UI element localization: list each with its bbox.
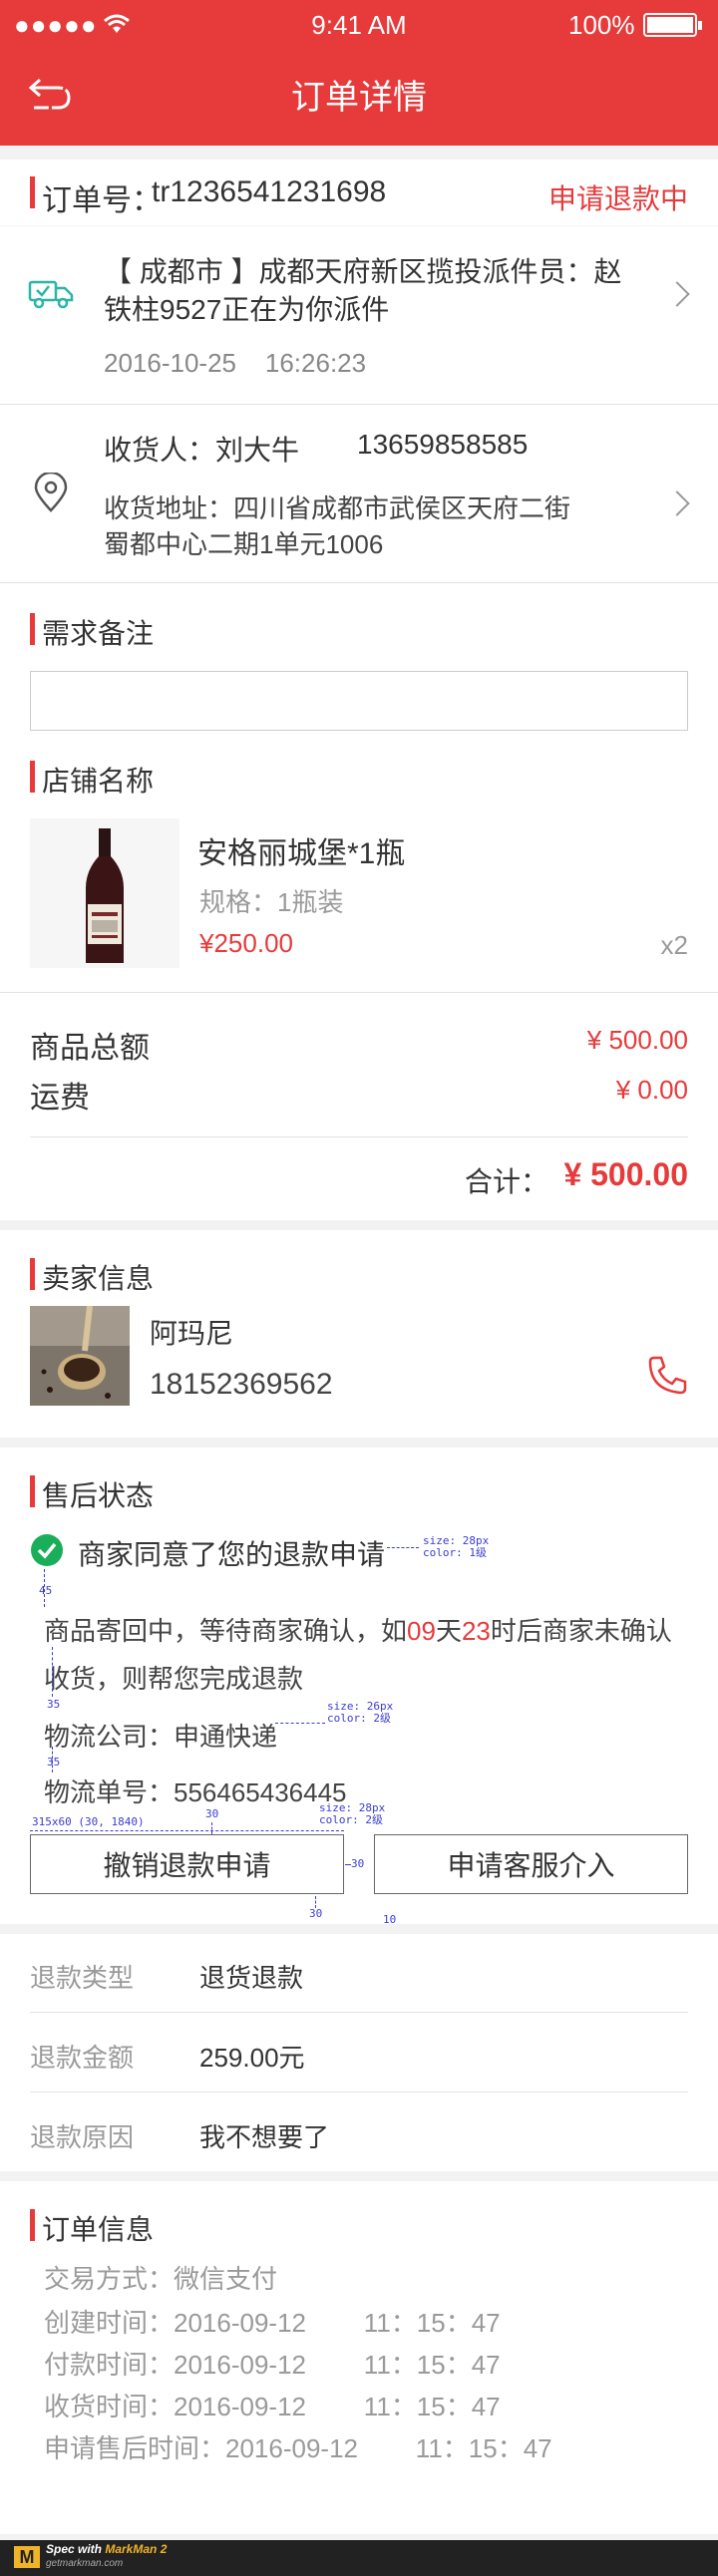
product-quantity: x2 [660,930,688,960]
after-sale-desc: 商品寄回中，等待商家确认，如09天23时后商家未确认 [44,1616,672,1646]
shop-title: 店铺名称 [42,766,155,797]
page-title: 订单详情 [291,79,427,117]
created-time: 创建时间：2016-09-12 11：15：47 [44,2308,501,2338]
payment-method: 交易方式：微信支付 [44,2264,278,2294]
shipping-label: 运费 [30,1082,90,1115]
coffee-spoon-icon [30,1306,130,1406]
order-status: 申请退款中 [547,183,688,214]
spec-annotation: 30 [205,1807,219,1820]
received-time: 收货时间：2016-09-12 11：15：47 [44,2392,501,2421]
chevron-right-icon [664,490,690,516]
after-sale-desc-line2: 收货，则帮您完成退款 [44,1664,304,1694]
spec-annotation: size: 28px color: 1级 [423,1534,490,1559]
goods-total-label: 商品总额 [30,1032,150,1065]
paid-time: 付款时间：2016-09-12 11：15：47 [44,2350,501,2380]
spec-annotation: 45 [39,1584,53,1597]
order-number-label: 订单号： [42,184,162,217]
product-spec: 规格：1瓶装 [199,887,344,917]
refund-reason-label: 退款原因 [30,2122,135,2152]
product-price: ¥250.00 [199,928,293,958]
spec-annotation: 35 [47,1698,61,1711]
spec-annotation: size: 26px color: 2级 [327,1700,394,1725]
seller-name: 阿玛尼 [150,1318,234,1349]
spec-annotation: size: 28px color: 2级 [319,1801,386,1826]
delivery-truck-icon [28,280,74,309]
location-pin-icon [34,473,68,512]
receiver-name: 收货人：刘大牛 [104,435,300,466]
refund-details-section: 退款类型 退货退款 退款金额 259.00元 退款原因 我不想要了 [0,1934,718,2171]
markman-logo-icon: M [14,2546,40,2568]
order-number: tr1236541231698 [152,175,387,208]
sum-label: 合计： [465,1166,549,1197]
tracking-number: 物流单号：556465436445 [44,1777,347,1807]
cancel-refund-button[interactable]: 撤销退款申请 [30,1834,344,1894]
seller-avatar[interactable] [30,1306,130,1406]
battery-percent: 100% [568,10,635,40]
markman-brand: Spec with MarkMan 2 [46,2542,168,2556]
spec-annotation: 30 [351,1857,365,1870]
refund-type-value: 退货退款 [199,1963,304,1993]
logistics-company: 物流公司：申通快递 [44,1722,278,1752]
battery-icon [643,13,702,37]
refund-type-label: 退款类型 [30,1963,135,1993]
markman-url: getmarkman.com [46,2558,124,2569]
wine-bottle-icon [30,818,180,968]
check-circle-icon [31,1534,63,1566]
order-number-row: 订单号： tr1236541231698 申请退款中 [0,160,718,225]
logistics-time: 2016-10-25 16:26:23 [104,348,367,378]
logistics-text-line1: 【 成都市 】成都天府新区揽投派件员：赵 [104,256,622,287]
after-sale-section: 售后状态 商家同意了您的退款申请 商品寄回中，等待商家确认，如09天23时后商家… [0,1448,718,1924]
phone-call-icon[interactable] [646,1354,688,1396]
address-row[interactable]: 收货人：刘大牛 13659858585 收货地址：四川省成都市武侯区天府二街 蜀… [0,405,718,582]
after-sale-applied-time: 申请售后时间：2016-09-12 11：15：47 [44,2433,552,2463]
after-sale-title: 售后状态 [42,1480,155,1511]
receiver-phone: 13659858585 [357,429,529,460]
after-sale-status: 商家同意了您的退款申请 [78,1539,386,1570]
seller-title: 卖家信息 [42,1263,155,1294]
goods-total-value: ¥ 500.00 [586,1025,688,1055]
shipping-value: ¥ 0.00 [615,1075,688,1105]
totals-section: 商品总额 ¥ 500.00 运费 ¥ 0.00 合计： ¥ 500.00 [0,993,718,1220]
address-line1: 收货地址：四川省成都市武侯区天府二街 [104,493,571,523]
spec-annotation: 30 [309,1907,323,1920]
order-info-section: 订单信息 交易方式：微信支付 创建时间：2016-09-12 11：15：47 … [0,2181,718,2534]
markman-footer: M Spec with MarkMan 2 getmarkman.com [0,2540,718,2576]
address-line2: 蜀都中心二期1单元1006 [104,529,384,559]
logistics-row[interactable]: 【 成都市 】成都天府新区揽投派件员：赵 铁柱9527正在为你派件 2016-1… [0,226,718,404]
seller-phone: 18152369562 [150,1368,333,1401]
refund-amount-value: 259.00元 [199,2043,305,2073]
product-name: 安格丽城堡*1瓶 [197,837,406,870]
app-header: ●●●●● 9:41 AM 100% 订单详情 [0,0,718,146]
remark-input[interactable] [30,671,688,731]
order-info-title: 订单信息 [42,2214,155,2245]
refund-reason-value: 我不想要了 [199,2122,330,2152]
sum-value: ¥ 500.00 [563,1156,688,1192]
chevron-right-icon [664,281,690,307]
spec-annotation: 315x60 (30, 1840) [32,1815,145,1828]
refund-amount-label: 退款金额 [30,2043,135,2073]
seller-section: 卖家信息 阿玛尼 18152369562 [0,1230,718,1438]
logistics-text-line2: 铁柱9527正在为你派件 [104,294,390,325]
customer-service-button[interactable]: 申请客服介入 [374,1834,688,1894]
spec-annotation: 10 [383,1913,397,1926]
spec-annotation: 35 [47,1756,61,1769]
remark-title: 需求备注 [42,618,155,649]
remark-shop-section: 需求备注 店铺名称 安格丽城堡*1瓶 规格：1瓶装 ¥250.00 x2 [0,583,718,992]
product-image[interactable] [30,818,180,968]
